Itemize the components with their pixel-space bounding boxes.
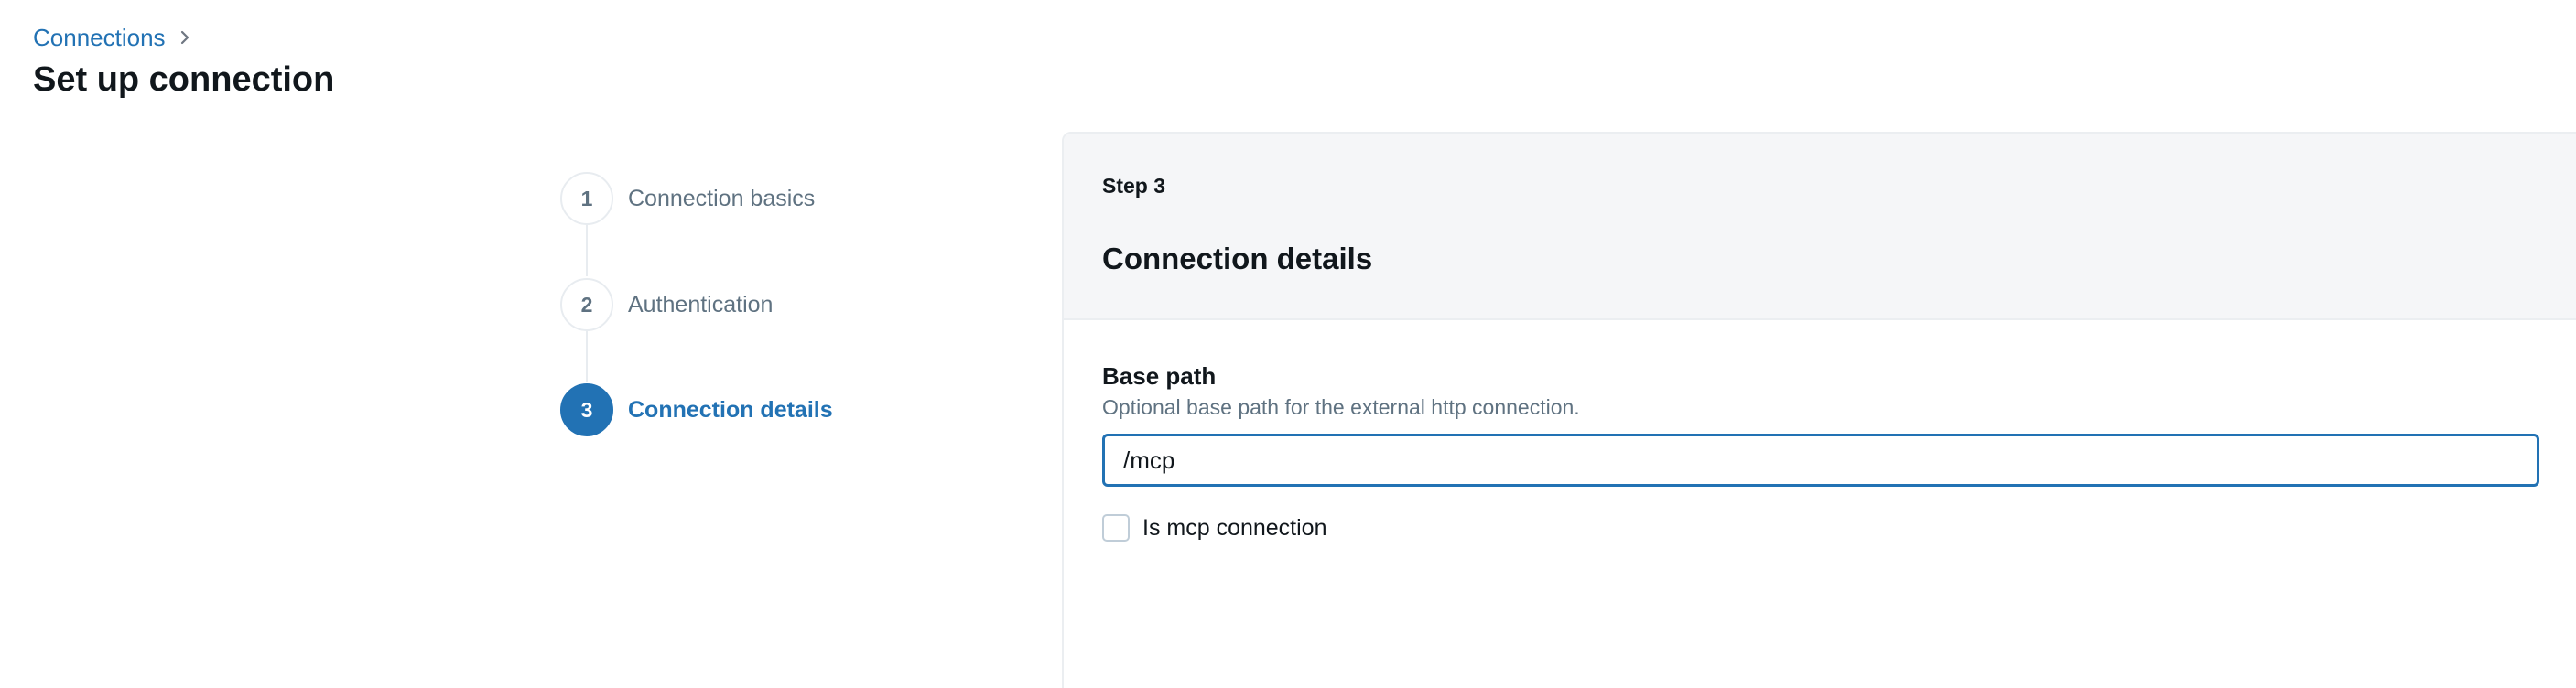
panel-header: Step 3 Connection details: [1064, 134, 2576, 320]
panel-title: Connection details: [1102, 242, 1373, 275]
chevron-right-icon: [179, 29, 191, 46]
step-authentication[interactable]: 2 Authentication: [560, 278, 773, 331]
step-connector: [586, 225, 588, 276]
mcp-connection-option[interactable]: Is mcp connection: [1102, 514, 1327, 542]
step-label: Connection details: [628, 396, 833, 423]
step-panel: Step 3 Connection details Base path Opti…: [1062, 132, 2576, 688]
step-connection-basics[interactable]: 1 Connection basics: [560, 172, 815, 225]
base-path-label: Base path: [1102, 362, 1217, 390]
page: Connections Set up connection 1 Connecti…: [0, 0, 2576, 688]
step-label: Connection basics: [628, 185, 816, 211]
breadcrumb-link-connections[interactable]: Connections: [33, 22, 166, 53]
step-label: Authentication: [628, 291, 774, 317]
base-path-input[interactable]: [1102, 434, 2539, 487]
breadcrumb: Connections: [33, 22, 191, 53]
page-title: Set up connection: [33, 60, 335, 99]
mcp-connection-label: Is mcp connection: [1142, 514, 1327, 541]
step-number-badge: 3: [560, 383, 613, 436]
step-number-badge: 1: [560, 172, 613, 225]
base-path-help: Optional base path for the external http…: [1102, 395, 1580, 419]
step-connection-details[interactable]: 3 Connection details: [560, 383, 833, 436]
step-number-badge: 2: [560, 278, 613, 331]
step-connector: [586, 331, 588, 382]
mcp-connection-checkbox[interactable]: [1102, 514, 1130, 542]
step-indicator: Step 3: [1102, 174, 1166, 198]
